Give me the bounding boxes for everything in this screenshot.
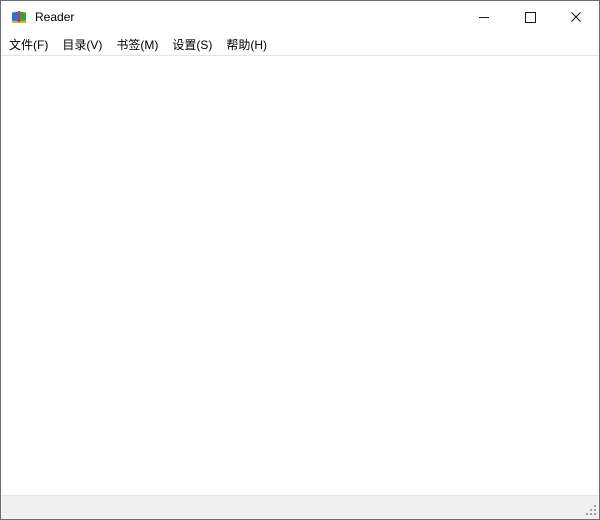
window-controls: [461, 1, 599, 33]
menu-bar: 文件(F) 目录(V) 书签(M) 设置(S) 帮助(H): [1, 33, 599, 56]
status-bar: [1, 495, 599, 519]
menu-item-help[interactable]: 帮助(H): [219, 33, 274, 55]
close-button[interactable]: [553, 1, 599, 33]
maximize-icon: [524, 11, 536, 23]
menu-item-contents[interactable]: 目录(V): [55, 33, 109, 55]
maximize-button[interactable]: [507, 1, 553, 33]
close-icon: [571, 12, 581, 22]
title-bar[interactable]: Reader: [1, 1, 599, 33]
content-area: [1, 56, 599, 495]
menu-item-bookmarks[interactable]: 书签(M): [109, 33, 165, 55]
menu-item-settings[interactable]: 设置(S): [165, 33, 219, 55]
minimize-icon: [479, 16, 489, 18]
menu-item-file[interactable]: 文件(F): [2, 33, 55, 55]
minimize-button[interactable]: [461, 1, 507, 33]
resize-grip-icon[interactable]: [584, 504, 597, 517]
window-title: Reader: [35, 10, 75, 24]
status-text: [1, 501, 9, 513]
book-icon: [12, 11, 26, 23]
reader-window: Reader 文件(F) 目录(V) 书签(M) 设置(S) 帮助(H): [0, 0, 600, 520]
